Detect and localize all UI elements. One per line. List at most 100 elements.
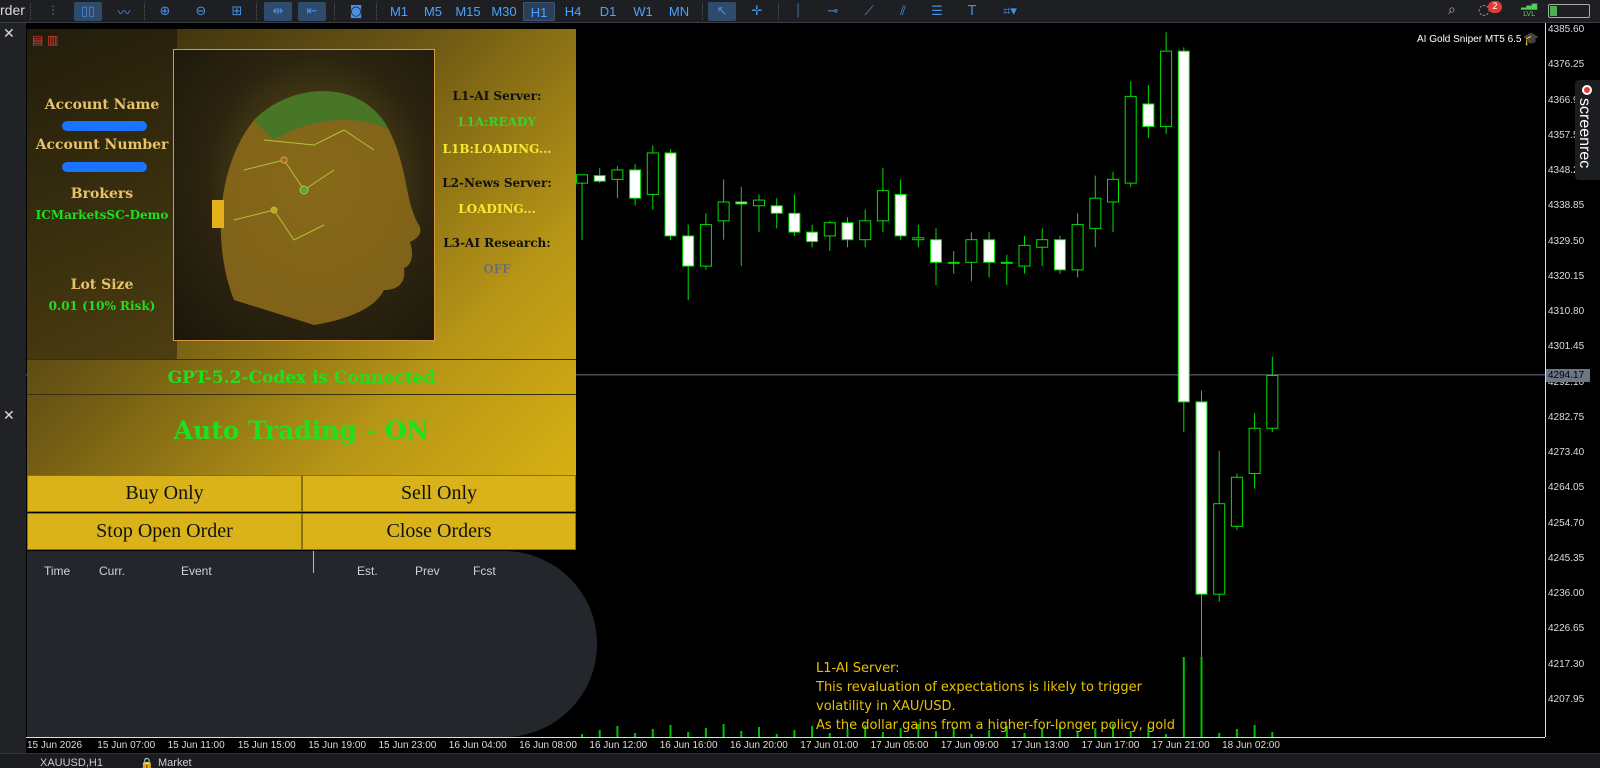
price-axis-tick: 4282.75 bbox=[1548, 411, 1585, 423]
text-tool-icon[interactable]: T bbox=[962, 2, 982, 21]
candle bbox=[664, 149, 677, 240]
candle bbox=[1160, 32, 1173, 135]
price-axis-tick: 4310.80 bbox=[1548, 306, 1585, 317]
calendar-header-time: Time bbox=[44, 564, 71, 578]
signal-level-icon[interactable]: ▂▄▆ LVL bbox=[1521, 2, 1537, 18]
close-icon[interactable]: ✕ bbox=[3, 408, 15, 424]
price-axis-tick: 4273.40 bbox=[1548, 447, 1585, 458]
candle-body bbox=[1177, 50, 1190, 403]
screenrec-label: screenrec bbox=[1576, 98, 1593, 169]
time-axis-tick: 17 Jun 05:00 bbox=[870, 740, 929, 751]
stop-open-order-button[interactable]: Stop Open Order bbox=[27, 513, 302, 550]
candle bbox=[1018, 235, 1031, 274]
tile-windows-icon[interactable]: ⊞ bbox=[226, 2, 248, 21]
price-axis-tick: 4236.00 bbox=[1548, 588, 1585, 599]
candle-body bbox=[699, 224, 712, 267]
candle-body bbox=[788, 212, 801, 233]
candle-body bbox=[912, 237, 925, 241]
vertical-line-icon[interactable]: ⏐ bbox=[788, 2, 808, 21]
timeframe-m1[interactable]: M1 bbox=[386, 2, 412, 21]
redacted-account-number bbox=[62, 162, 147, 172]
account-number-label: Account Number bbox=[35, 137, 169, 153]
timeframe-m30[interactable]: M30 bbox=[488, 2, 520, 21]
separator bbox=[30, 3, 31, 20]
candle bbox=[717, 179, 730, 240]
trend-line-icon[interactable]: ⟋ bbox=[858, 2, 880, 21]
tab-xauusd-h1[interactable]: XAUUSD,H1 bbox=[40, 757, 103, 768]
close-orders-button[interactable]: Close Orders bbox=[302, 513, 576, 550]
timeframe-m5[interactable]: M5 bbox=[420, 2, 446, 21]
separator bbox=[144, 3, 145, 20]
price-axis-tick: 4254.70 bbox=[1548, 517, 1585, 529]
candle bbox=[646, 145, 659, 210]
time-axis-tick: 16 Jun 08:00 bbox=[519, 740, 577, 751]
line-chart-icon[interactable]: 〰 bbox=[112, 2, 136, 21]
candle bbox=[1142, 85, 1155, 138]
separator bbox=[778, 3, 779, 20]
l1-server-label: L1-AI Server: bbox=[452, 89, 542, 103]
candle bbox=[770, 198, 783, 229]
zoom-out-icon[interactable]: ⊖ bbox=[190, 2, 212, 21]
sell-only-button[interactable]: Sell Only bbox=[302, 475, 576, 512]
candle-body bbox=[1160, 50, 1173, 128]
connection-status: GPT-5.2-Codex is Connected bbox=[27, 359, 576, 395]
l2-server-label: L2-News Server: bbox=[442, 176, 552, 190]
candle-body bbox=[823, 222, 836, 237]
bar-chart-icon[interactable]: ⫶ bbox=[42, 2, 64, 21]
fibonacci-icon[interactable]: ☰ bbox=[926, 2, 948, 21]
time-axis-tick: 17 Jun 09:00 bbox=[940, 740, 999, 751]
candle-body bbox=[593, 175, 606, 182]
price-axis-tick: 4376.25 bbox=[1548, 59, 1585, 71]
price-axis-tick: 4320.15 bbox=[1548, 270, 1585, 282]
candle bbox=[682, 224, 695, 301]
shapes-menu-icon[interactable]: ⌗▾ bbox=[994, 2, 1026, 21]
notification-badge: 2 bbox=[1488, 1, 1502, 13]
candle bbox=[894, 179, 907, 240]
candle-body bbox=[1248, 427, 1261, 475]
screenrec-widget[interactable]: screenrec bbox=[1575, 80, 1600, 180]
redacted-account-name bbox=[62, 121, 147, 131]
separator bbox=[376, 3, 377, 20]
close-icon[interactable]: ✕ bbox=[3, 26, 15, 42]
candle bbox=[1071, 213, 1084, 278]
candlestick-chart-icon[interactable]: ▯▯ bbox=[74, 2, 102, 21]
timeframe-w1[interactable]: W1 bbox=[630, 2, 656, 21]
candle-body bbox=[1018, 244, 1031, 267]
candle bbox=[1089, 175, 1102, 248]
candle bbox=[1177, 47, 1190, 433]
timeframe-h4[interactable]: H4 bbox=[560, 2, 586, 21]
candle bbox=[735, 186, 748, 267]
l3-research-label: L3-AI Research: bbox=[443, 236, 551, 250]
chart-shift-icon[interactable]: ⇤ bbox=[298, 2, 326, 21]
buy-only-button[interactable]: Buy Only bbox=[27, 475, 302, 512]
horizontal-line-icon[interactable]: ⊸ bbox=[822, 2, 844, 21]
timeframe-m15[interactable]: M15 bbox=[453, 2, 483, 21]
expert-advisor-name[interactable]: AI Gold Sniper MT5 6.5 bbox=[1417, 34, 1522, 45]
panel-menu-icon[interactable]: ▤ ▥ bbox=[32, 33, 59, 47]
candle-body bbox=[611, 169, 624, 180]
timeframe-h1[interactable]: H1 bbox=[523, 2, 555, 21]
timeframe-d1[interactable]: D1 bbox=[595, 2, 621, 21]
cursor-icon[interactable]: ↖ bbox=[708, 2, 736, 21]
channel-icon[interactable]: ⫽ bbox=[892, 2, 914, 21]
auto-scroll-icon[interactable]: ⇹ bbox=[264, 2, 292, 21]
toolbar-order-label[interactable]: rder bbox=[0, 2, 25, 18]
camera-icon[interactable]: ◙ bbox=[344, 2, 368, 21]
tab-market[interactable]: Market bbox=[158, 757, 192, 768]
market-tab-icon[interactable]: 🔒 bbox=[140, 757, 154, 768]
crosshair-icon[interactable]: ✛ bbox=[746, 2, 768, 21]
chart-tabs: XAUUSD,H1 🔒 Market bbox=[0, 753, 1600, 768]
zoom-in-icon[interactable]: ⊕ bbox=[154, 2, 176, 21]
candle-body bbox=[664, 152, 677, 237]
economic-calendar: Time Curr. Event Est. Prev Fcst bbox=[27, 551, 597, 737]
candle-body bbox=[1000, 261, 1013, 264]
candle bbox=[1266, 356, 1279, 433]
candle-body bbox=[1230, 476, 1243, 527]
candle-body bbox=[770, 205, 783, 214]
calendar-header-estimate: Est. bbox=[357, 564, 378, 578]
candle bbox=[1053, 235, 1066, 274]
search-icon[interactable]: ⌕ bbox=[1448, 2, 1456, 18]
candle bbox=[699, 213, 712, 270]
timeframe-mn[interactable]: MN bbox=[664, 2, 694, 21]
time-axis-tick: 15 Jun 2026 bbox=[27, 740, 83, 751]
